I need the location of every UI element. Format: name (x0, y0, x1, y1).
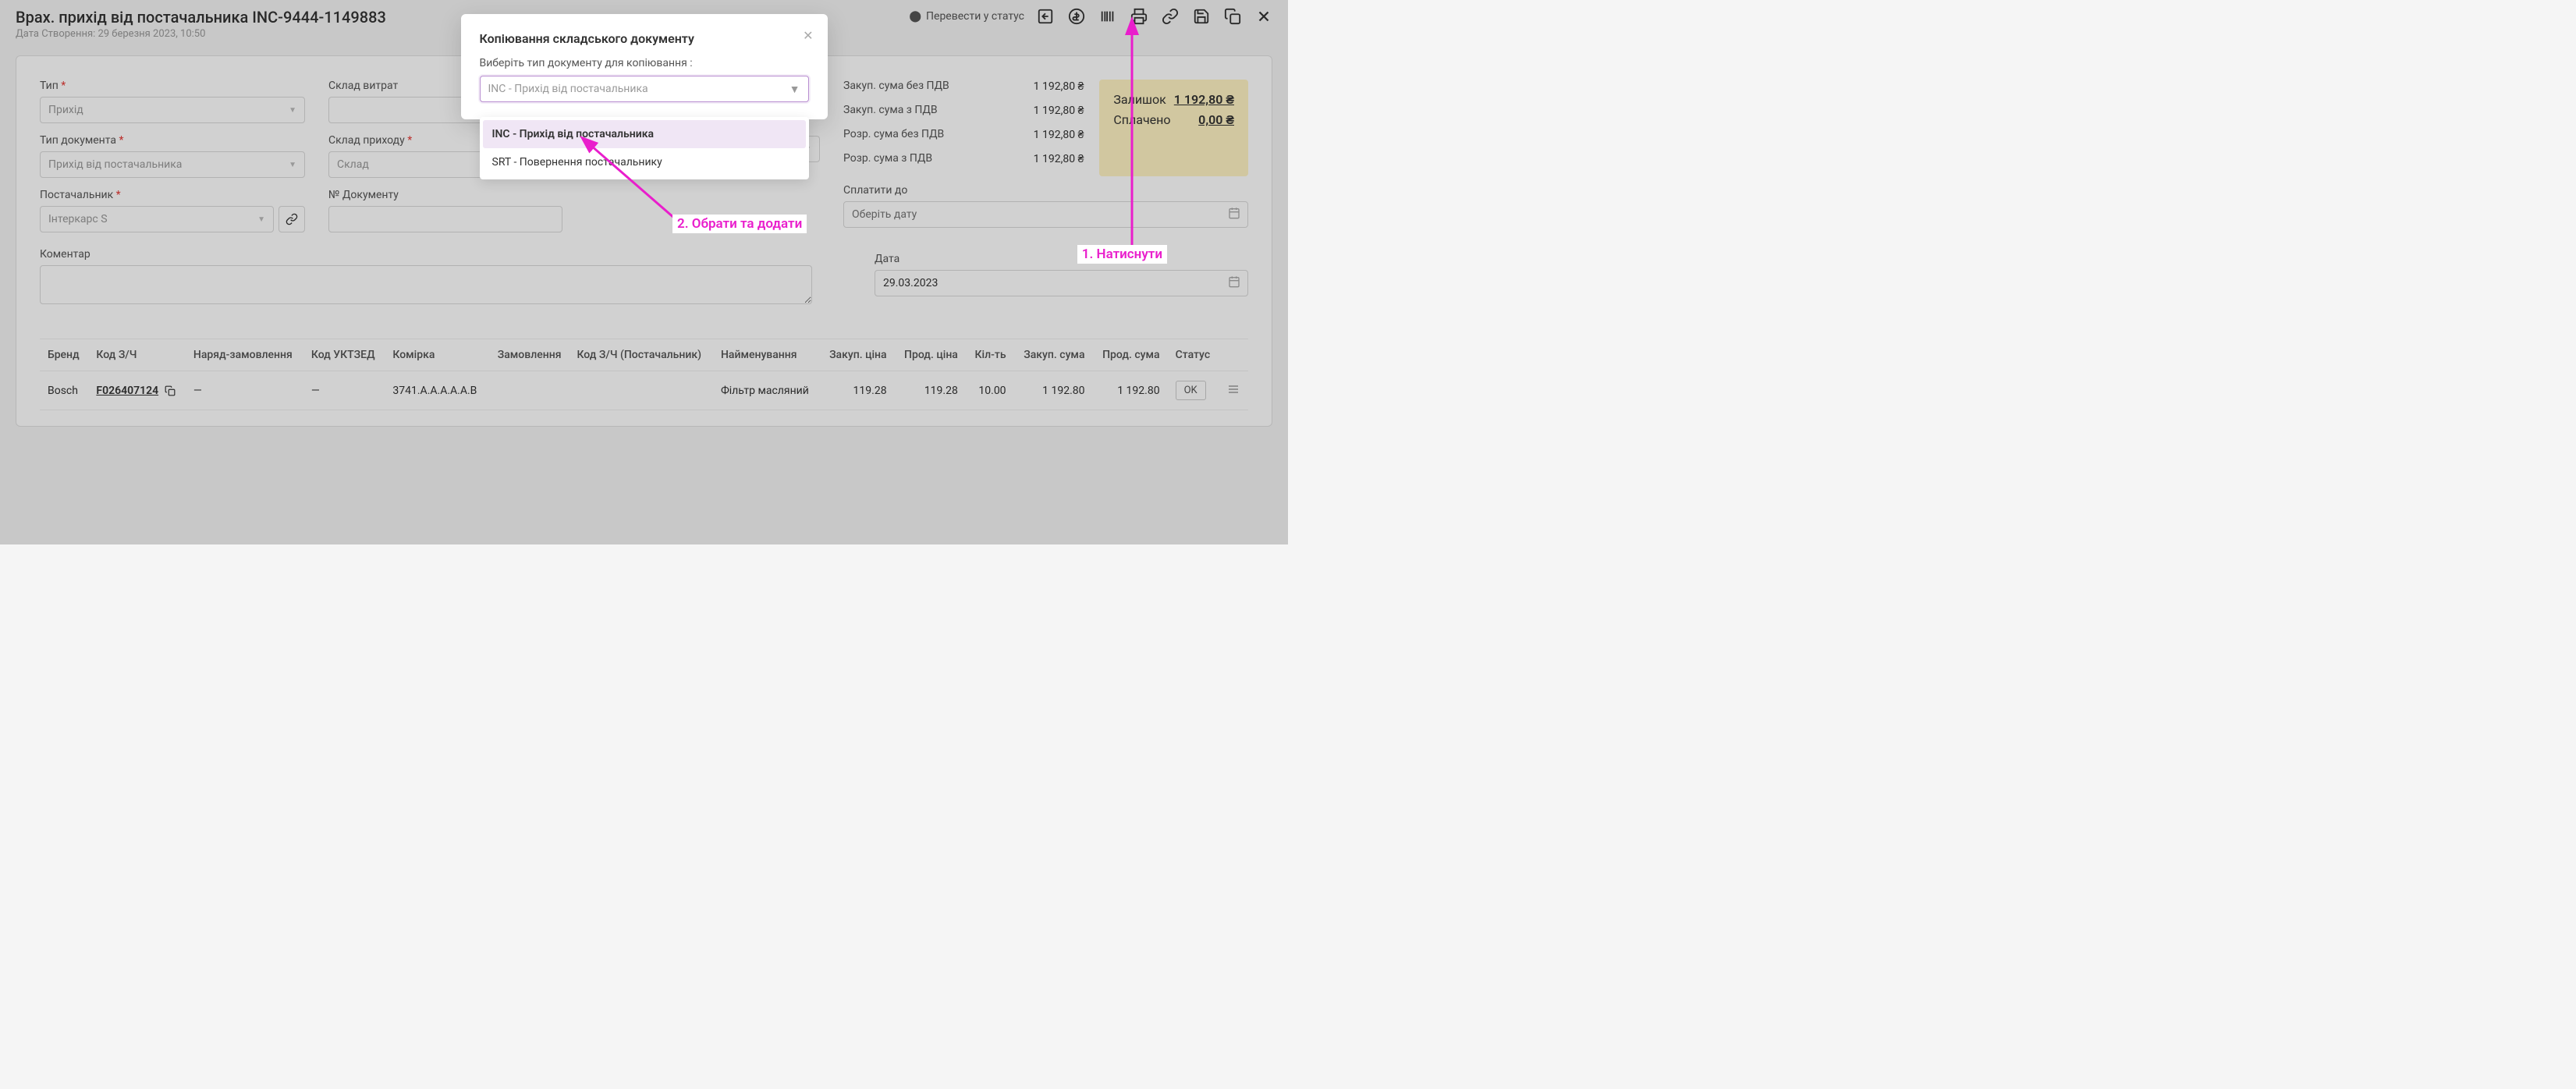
copy-document-modal: Копіювання складського документу ✕ Вибер… (461, 14, 828, 119)
chevron-down-icon: ▼ (789, 83, 800, 96)
modal-label: Виберіть тип документу для копіювання : (480, 57, 809, 69)
modal-close-button[interactable]: ✕ (803, 28, 813, 43)
modal-title: Копіювання складського документу (480, 31, 809, 46)
annotation-step-1: 1. Натиснути (1077, 245, 1167, 264)
annotation-step-2: 2. Обрати та додати (672, 215, 807, 233)
modal-type-select[interactable]: INC - Прихід від постачальника ▼ (480, 76, 809, 102)
modal-select-placeholder: INC - Прихід від постачальника (488, 83, 648, 95)
annotation-arrow-1 (1124, 16, 1171, 253)
